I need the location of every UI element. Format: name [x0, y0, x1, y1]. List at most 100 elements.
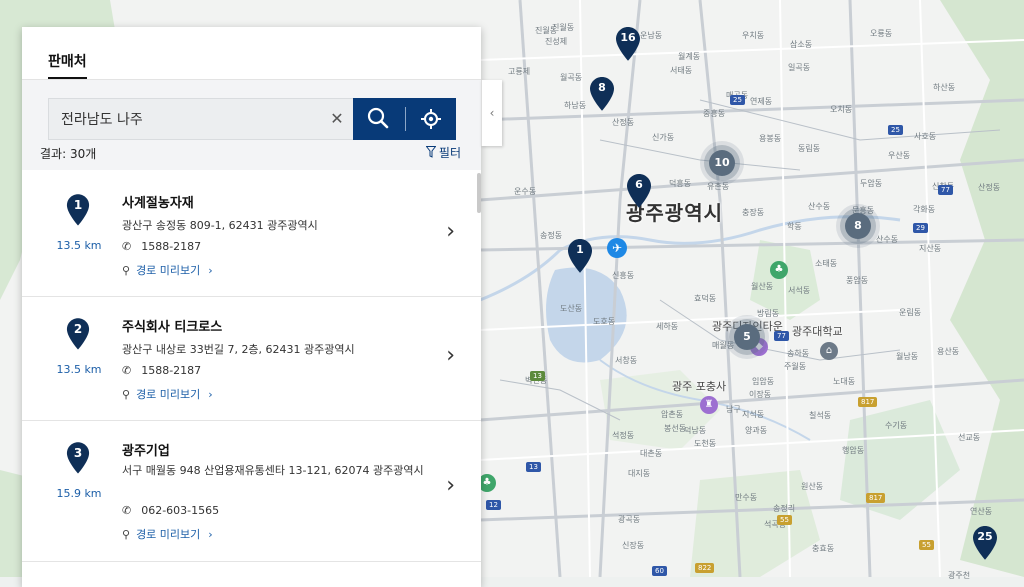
- map-label: 덕남동: [684, 426, 707, 435]
- item-name: 사계절농자재: [122, 196, 194, 211]
- locate-button[interactable]: [407, 98, 456, 140]
- airport-icon: ✈: [607, 238, 627, 258]
- map-label: 진월동: [535, 26, 558, 35]
- dealer-list: 1 13.5 km 사계절농자재 광산구 송정동 809-1, 62431 광주…: [22, 173, 481, 562]
- map-label: 삼소동: [790, 40, 813, 49]
- map-label: 산수동: [876, 235, 899, 244]
- map-label: 소태동: [815, 259, 838, 268]
- pin-number: 1: [73, 198, 83, 212]
- list-item[interactable]: 3 15.9 km 광주기업 서구 매월동 948 산업용재유통센타 13-12…: [22, 421, 481, 562]
- filter-button[interactable]: 필터: [425, 144, 461, 161]
- item-distance: 15.9 km: [56, 487, 102, 500]
- map-label: 산수동: [808, 202, 831, 211]
- map-label: 운림동: [899, 308, 922, 317]
- pin-number: 6: [635, 178, 643, 191]
- item-address: 서구 매월동 948 산업용재유통센타 13-121, 62074 광주광역시: [122, 464, 424, 477]
- phone-number: 1588-2187: [141, 240, 202, 253]
- map-label: 학동: [787, 222, 802, 231]
- phone-number: 062-603-1565: [141, 504, 220, 517]
- map-label: 석정동: [612, 431, 635, 440]
- results-count: 결과: 30개: [40, 147, 97, 161]
- road-shield: 817: [858, 397, 878, 407]
- route-preview-link[interactable]: ⚲ 경로 미리보기 ›: [122, 262, 213, 278]
- map-label: 용산동: [937, 347, 960, 356]
- dealer-panel: 판매처 ✕: [22, 27, 481, 587]
- pin-number: 16: [620, 31, 636, 44]
- scrollbar[interactable]: [477, 173, 481, 213]
- map-label: 하산동: [933, 83, 956, 92]
- road-shield: 13: [530, 371, 545, 381]
- map-label: 선교동: [958, 433, 981, 442]
- route-preview-link[interactable]: ⚲ 경로 미리보기 ›: [122, 386, 213, 402]
- map-label: 오치동: [830, 105, 853, 114]
- route-preview-link[interactable]: ⚲ 경로 미리보기 ›: [122, 526, 213, 542]
- map-pin[interactable]: 25: [972, 525, 998, 561]
- chevron-right-icon[interactable]: ›: [446, 473, 455, 498]
- search-button[interactable]: [353, 98, 405, 140]
- map-label: 하남동: [564, 101, 587, 110]
- chevron-left-icon: ‹: [489, 106, 495, 120]
- item-distance: 13.5 km: [56, 363, 102, 376]
- map-label: 효덕동: [694, 294, 717, 303]
- map-label: 지석동: [742, 410, 765, 419]
- search-box: ✕: [48, 98, 355, 140]
- map-label: 서창동: [615, 356, 638, 365]
- list-pin: 1: [66, 193, 90, 227]
- map-label: 각화동: [913, 205, 936, 214]
- map-label: 임암동: [752, 377, 775, 386]
- chevron-right-icon[interactable]: ›: [446, 343, 455, 368]
- item-address: 광산구 내상로 33번길 7, 2층, 62431 광주광역시: [122, 343, 355, 356]
- map-label: 지산동: [919, 244, 942, 253]
- map-label: 대촌동: [640, 449, 663, 458]
- panel-header: 판매처: [22, 27, 481, 80]
- location-icon: ⚲: [122, 264, 131, 277]
- list-item[interactable]: 2 13.5 km 주식회사 티크로스 광산구 내상로 33번길 7, 2층, …: [22, 297, 481, 421]
- filter-label: 필터: [438, 146, 461, 160]
- road-shield: 13: [526, 462, 541, 472]
- map-label: 덕흥동: [669, 179, 692, 188]
- pin-number: 8: [598, 81, 606, 94]
- map-label: 방림동: [757, 309, 780, 318]
- map-label: 원산동: [801, 482, 824, 491]
- map-label: 칠석동: [809, 411, 832, 420]
- map-label: 운남동: [640, 31, 663, 40]
- poi-label-gwangju-univ: 광주대학교: [792, 325, 843, 338]
- map-pin[interactable]: 8: [589, 76, 615, 112]
- map-cluster[interactable]: 8: [845, 213, 871, 239]
- search-icon: [367, 107, 389, 129]
- map-label: 서태동: [670, 66, 693, 75]
- map-pin[interactable]: 1: [567, 238, 593, 274]
- map-label: 세하동: [656, 322, 679, 331]
- map-label: 이장동: [749, 390, 772, 399]
- map-label: 매월동: [712, 341, 735, 350]
- list-item[interactable]: 1 13.5 km 사계절농자재 광산구 송정동 809-1, 62431 광주…: [22, 173, 481, 297]
- map-label: 노대동: [833, 377, 856, 386]
- road-shield: 55: [777, 515, 792, 525]
- map-label: 서석동: [788, 286, 811, 295]
- road-shield: 25: [888, 125, 903, 135]
- map-pin[interactable]: 6: [626, 173, 652, 209]
- search-input[interactable]: [49, 99, 319, 139]
- button-divider: [405, 107, 406, 131]
- map-label: 신장동: [622, 541, 645, 550]
- tab-dealers[interactable]: 판매처: [48, 51, 87, 79]
- chevron-right-icon: ›: [208, 264, 213, 277]
- pin-number: 25: [977, 530, 993, 543]
- item-name: 주식회사 티크로스: [122, 320, 223, 335]
- road-shield: 817: [866, 493, 886, 503]
- map-pin[interactable]: 16: [615, 26, 641, 62]
- map-label: 송정동: [540, 231, 563, 240]
- search-buttons: [353, 98, 456, 140]
- map-label: 봉선동: [664, 424, 687, 433]
- map-cluster[interactable]: 10: [709, 150, 735, 176]
- map-label: 우산동: [888, 151, 911, 160]
- chevron-right-icon[interactable]: ›: [446, 219, 455, 244]
- map-label: 고룡제: [508, 67, 531, 76]
- map-label: 주월동: [784, 362, 807, 371]
- collapse-panel-button[interactable]: ‹: [481, 80, 502, 146]
- map-cluster[interactable]: 5: [734, 324, 760, 350]
- clear-icon[interactable]: ✕: [328, 110, 346, 128]
- map-label: 산정동: [978, 183, 1001, 192]
- map-label: 충장동: [742, 208, 765, 217]
- park-icon: ♣: [770, 261, 788, 279]
